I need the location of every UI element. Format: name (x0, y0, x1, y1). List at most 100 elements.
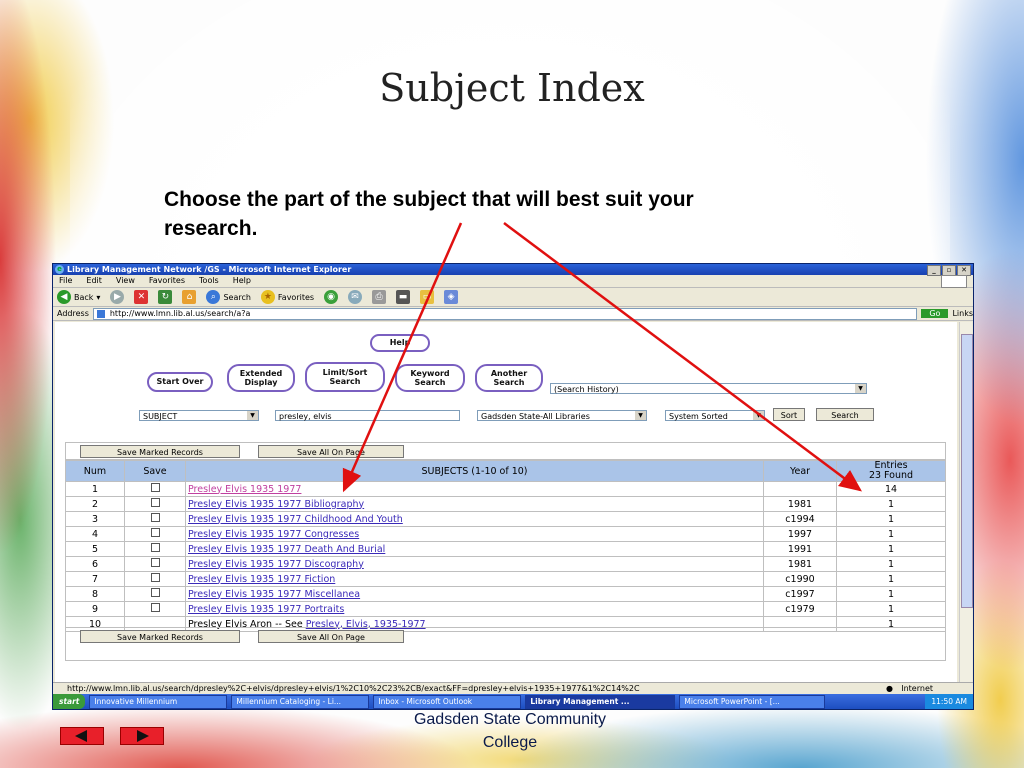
limit-sort-button[interactable]: Limit/Sort Search (305, 362, 385, 392)
task-innovative-millennium[interactable]: Innovative Millennium (89, 694, 228, 709)
start-over-button[interactable]: Start Over (147, 372, 213, 392)
task-powerpoint[interactable]: Microsoft PowerPoint - [... (679, 694, 826, 709)
sort-order-select[interactable]: System Sorted ▼ (665, 410, 765, 421)
subject-link[interactable]: Presley Elvis 1935 1977 Congresses (188, 529, 359, 540)
header-num[interactable]: Num (65, 460, 125, 482)
task-library-management[interactable]: Library Management ... (525, 694, 676, 709)
row-year (763, 481, 837, 497)
search-history-select[interactable]: (Search History) ▼ (550, 383, 867, 394)
save-checkbox[interactable] (150, 498, 160, 507)
save-all-button-bottom[interactable]: Save All On Page (258, 630, 404, 643)
table-row: 8 Presley Elvis 1935 1977 Miscellanea c199… (65, 586, 946, 602)
right-arrow-icon (137, 730, 149, 742)
mail-icon[interactable]: ✉ (348, 290, 363, 304)
task-millennium-cataloging[interactable]: Millennium Cataloging - Li... (231, 694, 370, 709)
back-button[interactable]: ◀ Back ▾ (57, 290, 100, 304)
next-slide-button[interactable] (120, 727, 164, 745)
clock: 11:50 AM (931, 697, 967, 706)
dropdown-arrow-icon: ▼ (635, 411, 646, 420)
refresh-icon[interactable]: ↻ (158, 290, 173, 304)
menu-help[interactable]: Help (233, 275, 251, 287)
save-checkbox[interactable] (150, 558, 160, 567)
row-save (124, 526, 186, 542)
search-button[interactable]: ⌕ Search (206, 290, 251, 304)
header-save[interactable]: Save (124, 460, 186, 482)
subject-link[interactable]: Presley Elvis 1935 1977 Discography (188, 559, 364, 570)
stop-icon[interactable]: ✕ (134, 290, 149, 304)
system-tray: 11:50 AM (925, 694, 973, 709)
forward-arrow-icon[interactable]: ▶ (110, 290, 125, 304)
save-checkbox[interactable] (150, 483, 160, 492)
subject-link[interactable]: Presley Elvis 1935 1977 Portraits (188, 604, 344, 615)
menu-tools[interactable]: Tools (199, 275, 219, 287)
header-entries[interactable]: Entries 23 Found (836, 460, 946, 482)
save-checkbox[interactable] (150, 543, 160, 552)
row-num: 7 (65, 571, 125, 587)
menu-edit[interactable]: Edit (86, 275, 102, 287)
subject-link[interactable]: Presley Elvis 1935 1977 Death And Burial (188, 544, 385, 555)
back-label: Back (74, 292, 94, 302)
search-type-select[interactable]: SUBJECT ▼ (139, 410, 259, 421)
row-entries: 1 (836, 496, 946, 512)
search-history-value: (Search History) (554, 385, 619, 394)
scrollbar-thumb[interactable] (961, 334, 973, 608)
vertical-scrollbar[interactable] (959, 322, 973, 682)
media-icon[interactable]: ◉ (324, 290, 339, 304)
go-button[interactable]: Go (921, 309, 949, 318)
help-button[interactable]: Help (370, 334, 430, 352)
search-icon: ⌕ (206, 290, 221, 304)
keyword-search-button[interactable]: Keyword Search (395, 364, 465, 392)
subject-link[interactable]: Presley Elvis 1935 1977 Childhood And Yo… (188, 514, 403, 525)
extended-display-button[interactable]: Extended Display (227, 364, 295, 392)
favorites-button[interactable]: ★ Favorites (260, 290, 314, 304)
save-checkbox[interactable] (150, 603, 160, 612)
edit-icon[interactable]: ▬ (396, 290, 411, 304)
table-row: 7 Presley Elvis 1935 1977 Fiction c1990 1 (65, 571, 946, 587)
scope-select[interactable]: Gadsden State-All Libraries ▼ (477, 410, 647, 421)
instruction-line-1: Choose the part of the subject that will… (164, 188, 694, 211)
menu-file[interactable]: File (59, 275, 72, 287)
start-button[interactable]: start (53, 694, 86, 709)
row-num: 5 (65, 541, 125, 557)
subject-link[interactable]: Presley Elvis 1935 1977 Fiction (188, 574, 335, 585)
globe-icon: ● (886, 684, 893, 693)
row-num: 6 (65, 556, 125, 572)
subject-link[interactable]: Presley Elvis 1935 1977 Bibliography (188, 499, 364, 510)
save-all-button-top[interactable]: Save All On Page (258, 445, 404, 458)
row-save (124, 481, 186, 497)
links-label[interactable]: Links (952, 309, 973, 318)
row-year: c1994 (763, 511, 837, 527)
row-subject: Presley Elvis 1935 1977 (185, 481, 764, 497)
save-checkbox[interactable] (150, 528, 160, 537)
subject-link[interactable]: Presley Elvis 1935 1977 Miscellanea (188, 589, 360, 600)
folder-icon[interactable]: ▭ (420, 290, 435, 304)
search-term-input[interactable]: presley, elvis (275, 410, 460, 421)
keyword-search-line1: Keyword (410, 369, 450, 378)
row-num: 2 (65, 496, 125, 512)
scope-value: Gadsden State-All Libraries (481, 412, 590, 421)
row-save (124, 496, 186, 512)
another-search-button[interactable]: Another Search (475, 364, 543, 392)
address-input[interactable]: http://www.lmn.lib.al.us/search/a?a (92, 307, 918, 320)
menu-favorites[interactable]: Favorites (149, 275, 185, 287)
task-outlook-inbox[interactable]: Inbox - Microsoft Outlook (373, 694, 522, 709)
save-marked-button-bottom[interactable]: Save Marked Records (80, 630, 240, 643)
home-icon[interactable]: ⌂ (182, 290, 197, 304)
row-year: c1979 (763, 601, 837, 617)
header-year[interactable]: Year (763, 460, 837, 482)
subject-results-table: Num Save SUBJECTS (1-10 of 10) Year Entr… (65, 460, 946, 632)
save-checkbox[interactable] (150, 588, 160, 597)
sort-button[interactable]: Sort (773, 408, 805, 421)
row-year: c1990 (763, 571, 837, 587)
print-icon[interactable]: ⎙ (372, 290, 387, 304)
messenger-icon[interactable]: ◈ (444, 290, 459, 304)
previous-slide-button[interactable] (60, 727, 104, 745)
save-checkbox[interactable] (150, 573, 160, 582)
menu-view[interactable]: View (116, 275, 135, 287)
save-checkbox[interactable] (150, 513, 160, 522)
header-subjects[interactable]: SUBJECTS (1-10 of 10) (185, 460, 764, 482)
search-submit-button[interactable]: Search (816, 408, 874, 421)
subject-link[interactable]: Presley Elvis 1935 1977 (188, 484, 301, 495)
save-marked-button-top[interactable]: Save Marked Records (80, 445, 240, 458)
browser-window: e Library Management Network /GS - Micro… (52, 263, 974, 710)
